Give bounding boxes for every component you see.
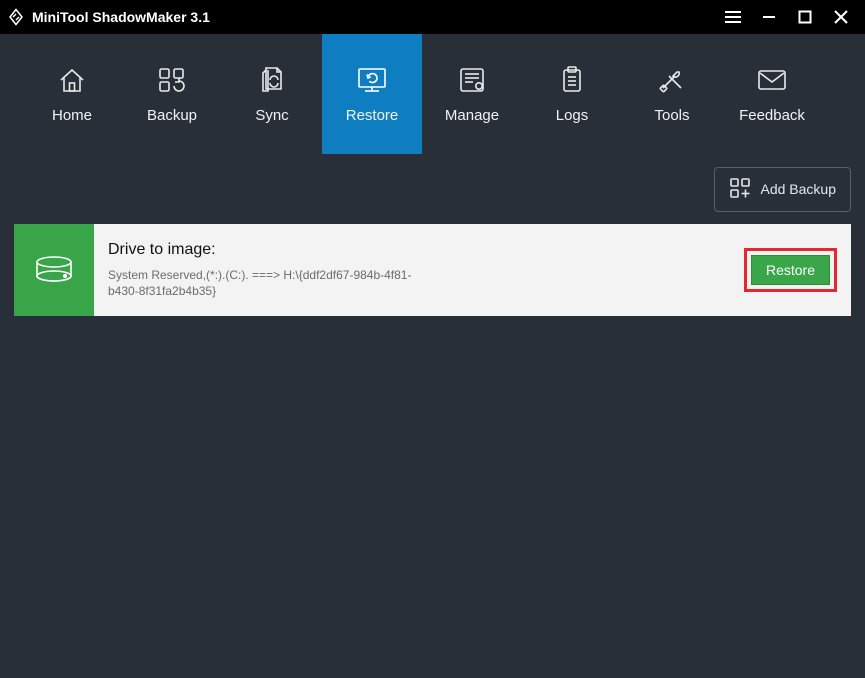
app-logo-icon (6, 7, 26, 27)
app-title: MiniTool ShadowMaker 3.1 (32, 9, 210, 25)
add-backup-icon (729, 177, 751, 202)
close-button[interactable] (823, 2, 859, 32)
card-detail-line2: b430-8f31fa2b4b35} (108, 284, 216, 298)
nav-home-label: Home (52, 107, 92, 124)
titlebar: MiniTool ShadowMaker 3.1 (0, 0, 865, 34)
content-area: Add Backup Drive to image: System Reserv… (0, 154, 865, 678)
nav-backup[interactable]: Backup (122, 34, 222, 154)
logs-icon (555, 65, 589, 95)
restore-icon (355, 65, 389, 95)
nav-manage-label: Manage (445, 107, 499, 124)
nav-backup-label: Backup (147, 107, 197, 124)
backup-icon (155, 65, 189, 95)
content-toolbar: Add Backup (14, 154, 851, 224)
nav-feedback-label: Feedback (739, 107, 805, 124)
card-detail: System Reserved,(*:).(C:). ===> H:\{ddf2… (108, 267, 411, 299)
nav-tools[interactable]: Tools (622, 34, 722, 154)
card-text: Drive to image: System Reserved,(*:).(C:… (108, 241, 411, 299)
card-title: Drive to image: (108, 241, 411, 259)
nav-manage[interactable]: Manage (422, 34, 522, 154)
sync-icon (255, 65, 289, 95)
backup-entry-card: Drive to image: System Reserved,(*:).(C:… (14, 224, 851, 316)
restore-highlight: Restore (744, 248, 837, 292)
nav-logs-label: Logs (556, 107, 589, 124)
tools-icon (655, 65, 689, 95)
nav-restore[interactable]: Restore (322, 34, 422, 154)
nav-tools-label: Tools (654, 107, 689, 124)
nav-sync[interactable]: Sync (222, 34, 322, 154)
card-body: Drive to image: System Reserved,(*:).(C:… (94, 224, 851, 316)
nav-home[interactable]: Home (22, 34, 122, 154)
nav-logs[interactable]: Logs (522, 34, 622, 154)
window-controls (715, 2, 859, 32)
card-drive-icon (14, 224, 94, 316)
card-detail-line1: System Reserved,(*:).(C:). ===> H:\{ddf2… (108, 268, 411, 282)
main-nav: Home Backup Sync (0, 34, 865, 154)
add-backup-label: Add Backup (761, 181, 837, 197)
manage-icon (455, 65, 489, 95)
nav-feedback[interactable]: Feedback (722, 34, 822, 154)
hamburger-button[interactable] (715, 2, 751, 32)
minimize-button[interactable] (751, 2, 787, 32)
maximize-button[interactable] (787, 2, 823, 32)
add-backup-button[interactable]: Add Backup (714, 167, 852, 212)
titlebar-left: MiniTool ShadowMaker 3.1 (6, 7, 210, 27)
nav-restore-label: Restore (346, 107, 399, 124)
nav-sync-label: Sync (255, 107, 288, 124)
restore-button[interactable]: Restore (751, 255, 830, 285)
feedback-icon (755, 65, 789, 95)
home-icon (55, 65, 89, 95)
